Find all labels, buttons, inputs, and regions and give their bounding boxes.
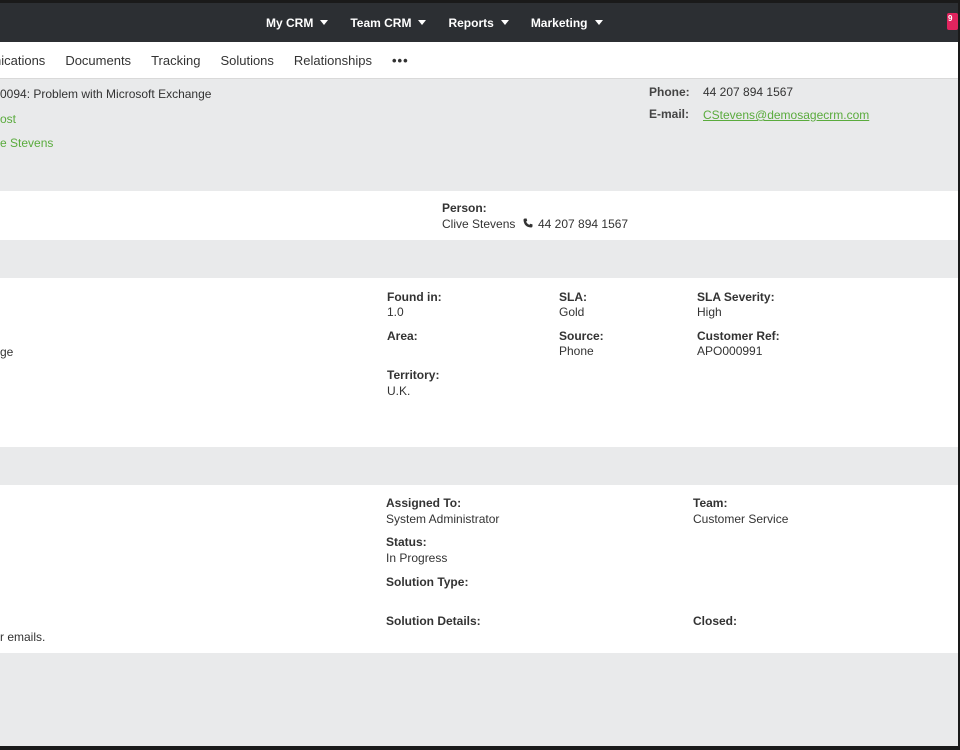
crm-case-window: My CRM Team CRM Reports Marketing 9 nica… <box>0 0 960 750</box>
chevron-down-icon <box>320 20 329 25</box>
case-title: 0094: Problem with Microsoft Exchange <box>0 87 212 101</box>
top-navigation-bar: My CRM Team CRM Reports Marketing 9 <box>0 3 958 42</box>
source-value: Phone <box>559 344 594 358</box>
menu-team-crm-label: Team CRM <box>350 15 412 30</box>
closed-label: Closed: <box>693 614 738 628</box>
main-menu: My CRM Team CRM Reports Marketing <box>255 3 614 42</box>
menu-marketing-label: Marketing <box>530 15 588 30</box>
case-status-panel: Assigned To: System Administrator Team: … <box>0 485 958 653</box>
person-panel: Person: Clive Stevens 44 207 894 1567 <box>0 191 958 240</box>
person-label: Person: <box>442 201 487 215</box>
person-link[interactable]: e Stevens <box>0 136 53 150</box>
tab-tracking[interactable]: Tracking <box>151 53 200 68</box>
chevron-down-icon <box>500 20 509 25</box>
record-tabs: nications Documents Tracking Solutions R… <box>0 42 958 79</box>
menu-reports-label: Reports <box>448 15 494 30</box>
phone-label: Phone: <box>649 85 690 99</box>
page-footer-area <box>0 653 958 746</box>
assigned-to-value: System Administrator <box>386 512 500 526</box>
phone-value: 44 207 894 1567 <box>703 85 794 99</box>
tab-communications[interactable]: nications <box>0 53 45 68</box>
sla-value: Gold <box>559 305 585 319</box>
solution-type-label: Solution Type: <box>386 575 469 589</box>
notification-count: 9 <box>948 14 953 23</box>
chevron-down-icon <box>594 20 603 25</box>
sla-severity-label: SLA Severity: <box>697 290 775 304</box>
section-divider-status <box>0 447 958 485</box>
status-value: In Progress <box>386 551 448 565</box>
problem-description-fragment: r emails. <box>0 630 46 644</box>
area-label: Area: <box>387 329 418 343</box>
notification-badge[interactable]: 9 <box>947 13 958 30</box>
menu-my-crm[interactable]: My CRM <box>266 15 329 30</box>
email-label: E-mail: <box>649 107 690 121</box>
menu-team-crm[interactable]: Team CRM <box>350 15 427 30</box>
section-divider-details <box>0 240 958 278</box>
sla-severity-value: High <box>697 305 722 319</box>
menu-reports[interactable]: Reports <box>448 15 509 30</box>
chevron-down-icon <box>418 20 427 25</box>
details-left-fragment: ge <box>0 345 14 359</box>
customer-ref-value: APO000991 <box>697 344 763 358</box>
status-label: Status: <box>386 535 427 549</box>
menu-marketing[interactable]: Marketing <box>531 16 603 30</box>
company-link[interactable]: ost <box>0 112 16 126</box>
menu-my-crm-label: My CRM <box>266 15 314 30</box>
tab-solutions[interactable]: Solutions <box>220 53 273 68</box>
case-summary-header: 0094: Problem with Microsoft Exchange os… <box>0 80 958 190</box>
found-in-value: 1.0 <box>387 305 404 319</box>
case-details-panel: ge Found in: 1.0 SLA: Gold SLA Severity:… <box>0 278 958 447</box>
team-label: Team: <box>693 496 728 510</box>
found-in-label: Found in: <box>387 290 442 304</box>
email-link[interactable]: CStevens@demosagecrm.com <box>703 108 869 122</box>
team-value: Customer Service <box>693 512 789 526</box>
assigned-to-label: Assigned To: <box>386 496 462 510</box>
solution-details-label: Solution Details: <box>386 614 481 628</box>
person-name-link[interactable]: Clive Stevens <box>442 217 515 231</box>
more-tabs-button[interactable]: ••• <box>392 53 409 68</box>
customer-ref-label: Customer Ref: <box>697 329 780 343</box>
phone-icon[interactable] <box>523 218 533 228</box>
source-label: Source: <box>559 329 604 343</box>
person-phone: 44 207 894 1567 <box>538 217 629 231</box>
tab-documents[interactable]: Documents <box>65 53 131 68</box>
tab-relationships[interactable]: Relationships <box>294 53 372 68</box>
territory-value: U.K. <box>387 384 411 398</box>
sla-label: SLA: <box>559 290 587 304</box>
territory-label: Territory: <box>387 368 440 382</box>
